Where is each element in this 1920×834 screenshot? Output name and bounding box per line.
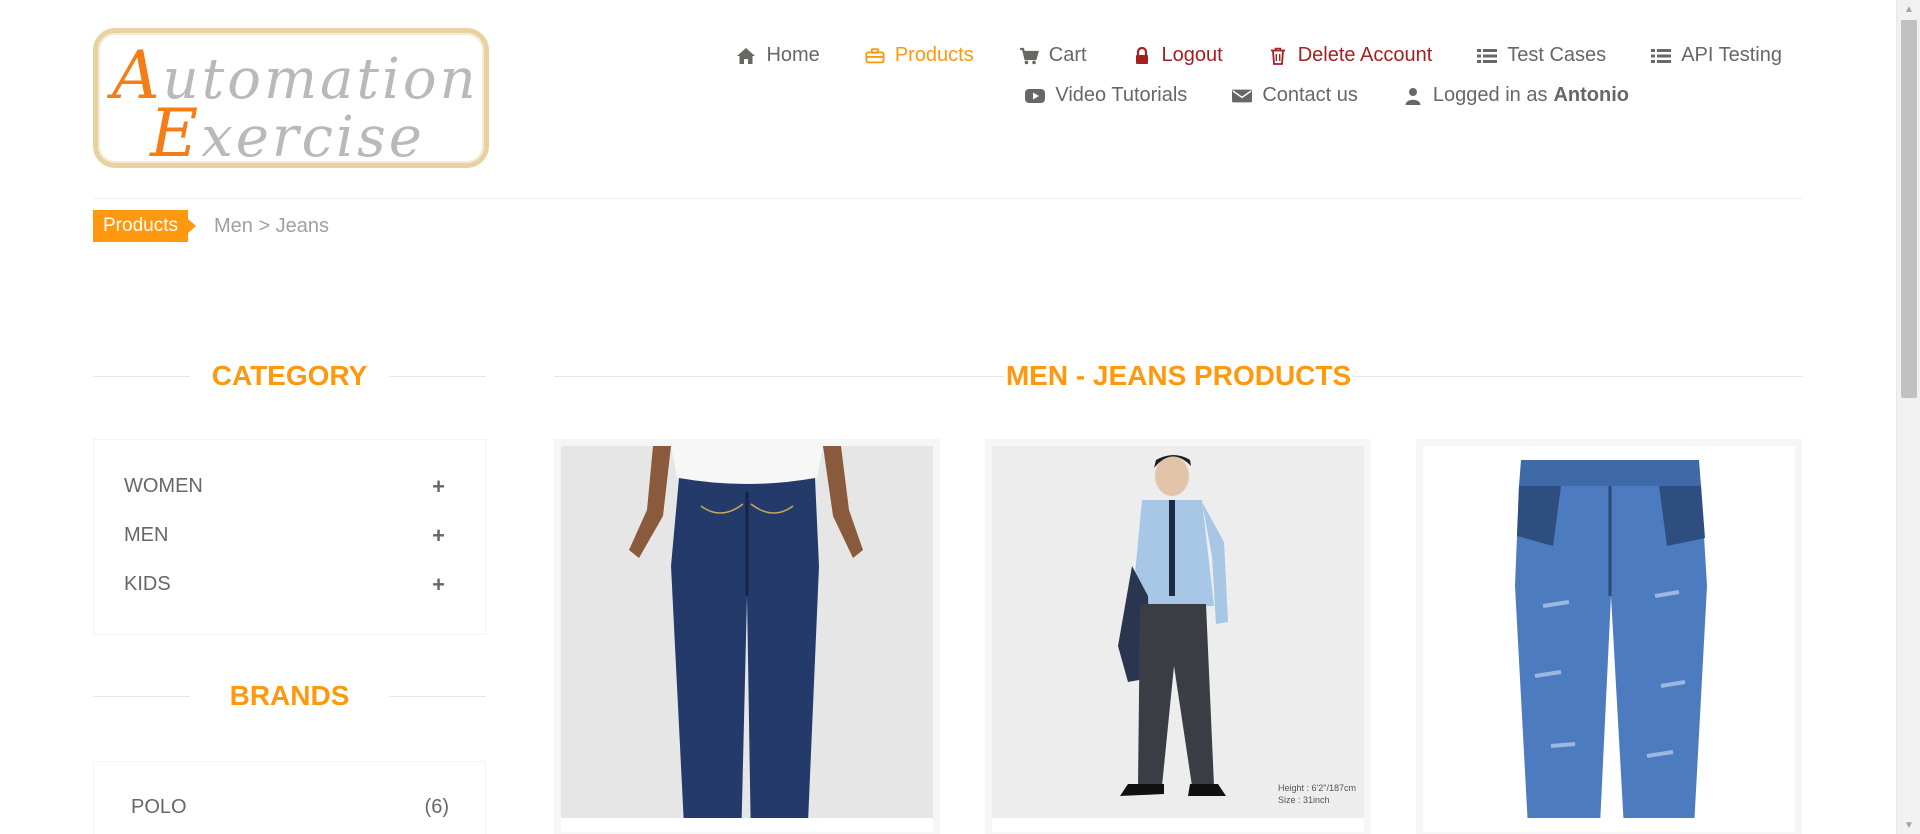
nav-row-1: Home Products Cart Logout Delete Account [662, 44, 1782, 67]
products-title-wrap: MEN - JEANS PRODUCTS [554, 360, 1803, 392]
product-card: Height : 6'2"/187cm Size : 31inch [985, 439, 1371, 834]
nav-cart[interactable]: Cart [1019, 44, 1087, 67]
category-women[interactable]: WOMEN + [94, 462, 485, 511]
site-logo[interactable]: Automation Exercise [93, 28, 489, 172]
user-icon [1403, 86, 1423, 106]
scroll-down-arrow-icon[interactable]: ▼ [1897, 816, 1920, 834]
home-icon [736, 46, 756, 66]
breadcrumb-products[interactable]: Products [93, 210, 196, 242]
nav-delete-account-label: Delete Account [1297, 44, 1433, 66]
nav-test-cases-label: Test Cases [1507, 44, 1607, 66]
scroll-thumb[interactable] [1901, 20, 1917, 398]
nav-delete-account[interactable]: Delete Account [1268, 44, 1433, 67]
image-caption-height: Height : 6'2"/187cm [1278, 783, 1356, 793]
brands-title: BRANDS [229, 680, 350, 711]
nav-contact-us-label: Contact us [1262, 84, 1358, 106]
nav-api-testing[interactable]: API Testing [1651, 44, 1782, 67]
brand-polo[interactable]: POLO (6) [94, 786, 485, 828]
category-men-label: MEN [124, 524, 169, 546]
category-title-wrap: CATEGORY [93, 360, 486, 392]
nav-video-tutorials[interactable]: Video Tutorials [1025, 84, 1187, 107]
nav-api-testing-label: API Testing [1681, 44, 1782, 66]
nav-products-label: Products [894, 44, 974, 66]
product-image [1423, 446, 1795, 818]
product-card [1416, 439, 1802, 834]
cart-icon [1019, 46, 1039, 66]
nav-products[interactable]: Products [865, 44, 974, 67]
category-title: CATEGORY [211, 360, 368, 391]
title-line-left [93, 375, 190, 377]
breadcrumb: Products Men > Jeans [93, 210, 329, 242]
title-line-left [93, 695, 190, 697]
list-icon [1477, 46, 1498, 66]
nav-test-cases[interactable]: Test Cases [1477, 44, 1606, 67]
envelope-icon [1232, 86, 1253, 106]
products-title: MEN - JEANS PRODUCTS [1005, 360, 1352, 391]
breadcrumb-current: Men > Jeans [213, 214, 330, 237]
plus-icon[interactable]: + [432, 572, 445, 598]
product-image: Height : 6'2"/187cm Size : 31inch [992, 446, 1364, 818]
nav-home[interactable]: Home [736, 44, 820, 67]
nav-row-2: Video Tutorials Contact us Logged in as … [662, 84, 1782, 107]
youtube-play-icon [1025, 86, 1046, 106]
title-line-right [1353, 375, 1803, 377]
category-kids-label: KIDS [124, 573, 171, 595]
header-divider [93, 198, 1803, 199]
brands-panel: POLO (6) [93, 761, 486, 834]
title-line-left [554, 375, 1004, 377]
trash-icon [1268, 46, 1288, 66]
category-women-label: WOMEN [124, 475, 203, 497]
nav-cart-label: Cart [1048, 44, 1087, 66]
title-line-right [389, 375, 486, 377]
category-kids[interactable]: KIDS + [94, 560, 485, 609]
nav-contact-us[interactable]: Contact us [1232, 84, 1358, 107]
nav-video-tutorials-label: Video Tutorials [1055, 84, 1188, 106]
brands-title-wrap: BRANDS [93, 680, 486, 712]
nav-logged-in-as: Logged in as Antonio [1403, 84, 1629, 107]
title-line-right [389, 695, 486, 697]
logged-in-username: Antonio [1553, 84, 1629, 106]
briefcase-icon [865, 46, 885, 66]
nav-logout[interactable]: Logout [1132, 44, 1223, 67]
plus-icon[interactable]: + [432, 474, 445, 500]
plus-icon[interactable]: + [432, 523, 445, 549]
list-icon [1651, 46, 1672, 66]
brand-count: (6) [424, 795, 449, 818]
image-caption-size: Size : 31inch [1278, 795, 1330, 805]
page-scrollbar[interactable]: ▲ ▼ [1896, 0, 1920, 834]
logo-line-2: Exercise [150, 95, 425, 172]
category-men[interactable]: MEN + [94, 511, 485, 560]
product-card [554, 439, 940, 834]
scroll-up-arrow-icon[interactable]: ▲ [1897, 0, 1920, 18]
nav-logout-label: Logout [1161, 44, 1223, 66]
main-nav: Home Products Cart Logout Delete Account [662, 44, 1782, 107]
category-panel: WOMEN + MEN + KIDS + [93, 439, 486, 635]
lock-icon [1132, 46, 1152, 66]
nav-home-label: Home [766, 44, 820, 66]
logged-in-as-label: Logged in as [1432, 84, 1548, 106]
product-image [561, 446, 933, 818]
brand-name: POLO [131, 795, 187, 818]
